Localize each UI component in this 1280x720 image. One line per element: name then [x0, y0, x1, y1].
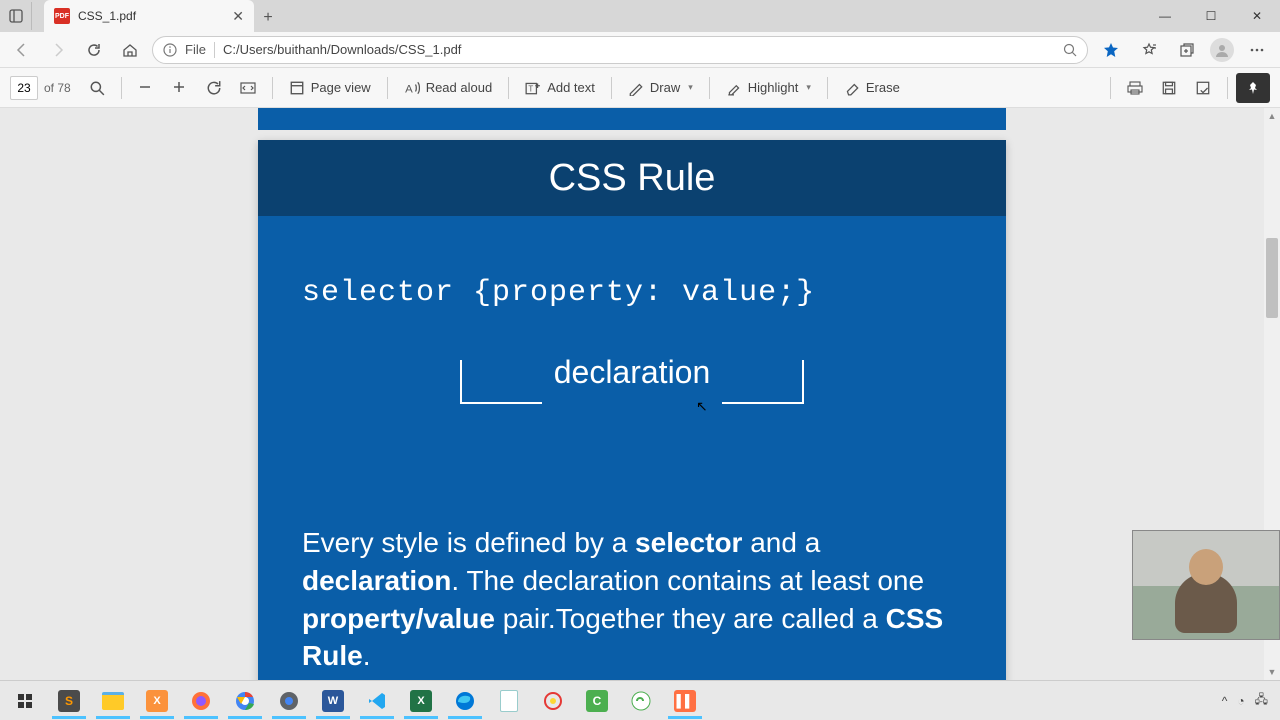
titlebar: PDF CSS_1.pdf ✕ + — ☐ ✕ — [0, 0, 1280, 32]
favorites-bar-button[interactable] — [1134, 36, 1164, 64]
collections-button[interactable] — [1172, 36, 1202, 64]
slide-title: CSS Rule — [549, 157, 716, 200]
print-button[interactable] — [1119, 72, 1151, 104]
tray-chevron-icon[interactable]: ^ — [1222, 694, 1228, 708]
tab-actions-button[interactable] — [0, 2, 32, 30]
code-example: selector {property: value;} — [302, 276, 962, 310]
taskbar-explorer[interactable] — [92, 683, 134, 719]
erase-button[interactable]: Erase — [836, 72, 908, 104]
scroll-down-icon[interactable]: ▼ — [1264, 664, 1280, 680]
declaration-bracket: declaration — [302, 360, 962, 404]
taskbar-chrome-beta[interactable] — [268, 683, 310, 719]
slide-css-rule: CSS Rule selector {property: value;} dec… — [258, 140, 1006, 680]
add-text-button[interactable]: T Add text — [517, 72, 603, 104]
close-tab-icon[interactable]: ✕ — [232, 8, 244, 25]
taskbar-notepad[interactable] — [488, 683, 530, 719]
close-window-button[interactable]: ✕ — [1234, 0, 1280, 32]
network-icon[interactable]: 🖧 — [1255, 690, 1268, 711]
highlight-button[interactable]: Highlight▾ — [718, 72, 819, 104]
save-button[interactable] — [1153, 72, 1185, 104]
tab-title: CSS_1.pdf — [78, 9, 224, 23]
pdf-viewport[interactable]: CSS Rule selector {property: value;} dec… — [0, 108, 1280, 680]
svg-text:A: A — [405, 83, 413, 95]
profile-button[interactable] — [1210, 38, 1234, 62]
find-button[interactable] — [81, 72, 113, 104]
tab-css-1-pdf[interactable]: PDF CSS_1.pdf ✕ — [44, 0, 254, 32]
taskbar-vscode[interactable] — [356, 683, 398, 719]
forward-button[interactable] — [44, 36, 72, 64]
pdf-icon: PDF — [54, 8, 70, 24]
page-view-button[interactable]: Page view — [281, 72, 379, 104]
start-button[interactable] — [4, 683, 46, 719]
favorite-button[interactable] — [1096, 36, 1126, 64]
more-button[interactable] — [1242, 36, 1272, 64]
taskbar-coccoc[interactable] — [620, 683, 662, 719]
taskbar-excel[interactable]: X — [400, 683, 442, 719]
minimize-button[interactable]: — — [1142, 0, 1188, 32]
home-button[interactable] — [116, 36, 144, 64]
taskbar-firefox[interactable] — [180, 683, 222, 719]
scroll-up-icon[interactable]: ▲ — [1264, 108, 1280, 124]
previous-slide-edge — [258, 108, 1006, 130]
rotate-button[interactable] — [198, 72, 230, 104]
page-total: of 78 — [44, 81, 71, 95]
declaration-label: declaration — [542, 354, 723, 391]
webcam-overlay — [1132, 530, 1280, 640]
mouse-cursor-icon: ↖ — [696, 398, 708, 415]
pdf-toolbar: of 78 Page view A Read aloud T Add text … — [0, 68, 1280, 108]
zoom-in-button[interactable] — [164, 72, 196, 104]
scrollbar-thumb[interactable] — [1266, 238, 1278, 318]
info-icon — [163, 43, 177, 57]
address-bar: File C:/Users/buithanh/Downloads/CSS_1.p… — [0, 32, 1280, 68]
read-aloud-button[interactable]: A Read aloud — [396, 72, 501, 104]
taskbar-chrome[interactable] — [224, 683, 266, 719]
draw-button[interactable]: Draw▾ — [620, 72, 701, 104]
taskbar-camtasia[interactable]: C — [576, 683, 618, 719]
taskbar-edge[interactable] — [444, 683, 486, 719]
url-field[interactable]: File C:/Users/buithanh/Downloads/CSS_1.p… — [152, 36, 1088, 64]
windows-taskbar: S X W X C ▌▌ ^ ◔ 🖧 — [0, 680, 1280, 720]
new-tab-button[interactable]: + — [254, 4, 282, 32]
taskbar-snagit[interactable] — [532, 683, 574, 719]
url-text: C:/Users/buithanh/Downloads/CSS_1.pdf — [223, 42, 1055, 57]
maximize-button[interactable]: ☐ — [1188, 0, 1234, 32]
page-number-input[interactable] — [10, 76, 38, 100]
taskbar-recorder[interactable]: ▌▌ — [664, 683, 706, 719]
taskbar-sublime[interactable]: S — [48, 683, 90, 719]
taskbar-word[interactable]: W — [312, 683, 354, 719]
refresh-button[interactable] — [80, 36, 108, 64]
system-tray[interactable]: ^ ◔ 🖧 — [1222, 690, 1276, 711]
taskbar-xampp[interactable]: X — [136, 683, 178, 719]
fit-page-button[interactable] — [232, 72, 264, 104]
pin-toolbar-button[interactable] — [1236, 73, 1270, 103]
zoom-indicator-icon[interactable] — [1063, 43, 1077, 57]
svg-text:T: T — [529, 84, 534, 93]
wifi-icon[interactable]: ◔ — [1237, 694, 1244, 708]
file-label: File — [185, 42, 206, 57]
back-button[interactable] — [8, 36, 36, 64]
save-as-button[interactable] — [1187, 72, 1219, 104]
slide-description: Every style is defined by a selector and… — [302, 524, 962, 675]
zoom-out-button[interactable] — [130, 72, 162, 104]
